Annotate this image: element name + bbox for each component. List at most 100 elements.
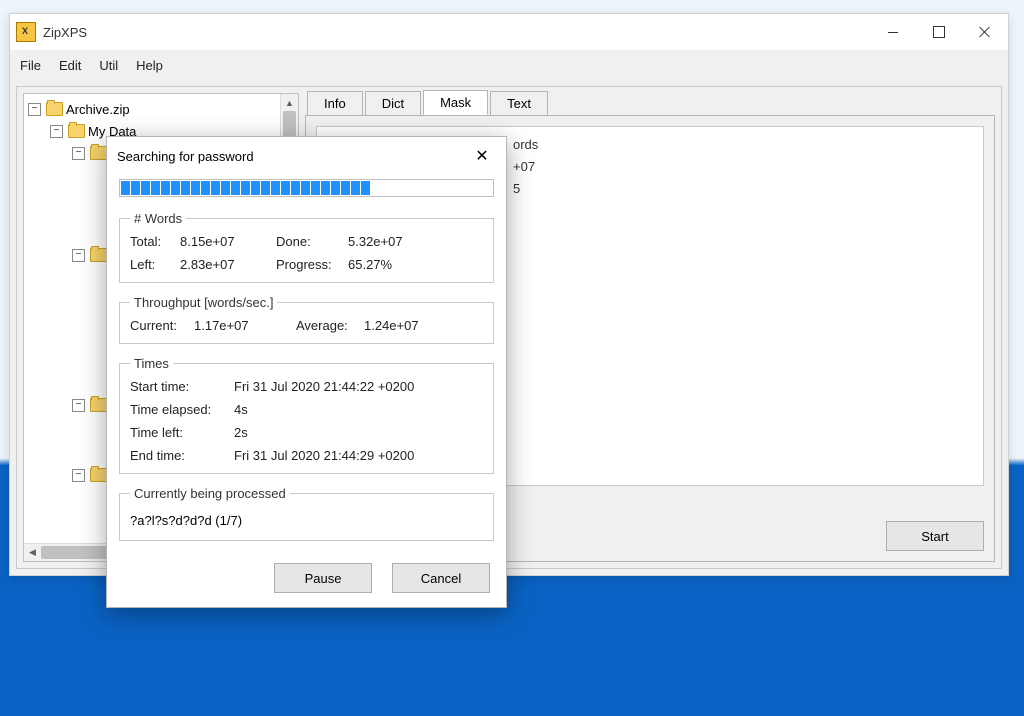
progress-block [251, 181, 260, 195]
progress-label: Progress: [276, 257, 342, 272]
dialog-close-button[interactable]: ✕ [468, 146, 496, 166]
throughput-group: Throughput [words/sec.] Current: 1.17e+0… [119, 295, 494, 344]
progress-block [211, 181, 220, 195]
expander-minus-icon[interactable]: − [72, 147, 85, 160]
progress-block [311, 181, 320, 195]
folder-icon [90, 468, 107, 482]
progress-block [181, 181, 190, 195]
progress-block [121, 181, 130, 195]
close-icon [979, 26, 991, 38]
progress-value: 65.27% [348, 257, 483, 272]
minimize-button[interactable] [870, 17, 916, 47]
folder-icon [46, 102, 63, 116]
progress-block [271, 181, 280, 195]
progress-bar [119, 179, 494, 197]
app-title: ZipXPS [43, 25, 87, 40]
titlebar: ZipXPS [10, 14, 1008, 50]
menu-help[interactable]: Help [136, 58, 163, 73]
expander-minus-icon[interactable]: − [72, 399, 85, 412]
progress-block [331, 181, 340, 195]
progress-block [291, 181, 300, 195]
dialog-titlebar: Searching for password ✕ [107, 137, 506, 175]
progress-block [141, 181, 150, 195]
expander-minus-icon[interactable]: − [28, 103, 41, 116]
tab-dict[interactable]: Dict [365, 91, 421, 116]
progress-block [131, 181, 140, 195]
current-label: Current: [130, 318, 188, 333]
progress-block [261, 181, 270, 195]
progress-block [341, 181, 350, 195]
current-value: ?a?l?s?d?d?d (1/7) [130, 509, 483, 530]
tree-label: Archive.zip [66, 102, 130, 117]
progress-block [241, 181, 250, 195]
progress-block [231, 181, 240, 195]
expander-minus-icon[interactable]: − [50, 125, 63, 138]
elapsed-value: 4s [234, 402, 483, 417]
progress-block [321, 181, 330, 195]
current-value: 1.17e+07 [194, 318, 290, 333]
progress-block [151, 181, 160, 195]
minimize-icon [888, 32, 898, 33]
start-button[interactable]: Start [886, 521, 984, 551]
cancel-button[interactable]: Cancel [392, 563, 490, 593]
dialog-title: Searching for password [117, 149, 254, 164]
tab-mask[interactable]: Mask [423, 90, 488, 115]
times-group: Times Start time: Fri 31 Jul 2020 21:44:… [119, 356, 494, 474]
end-time-label: End time: [130, 448, 228, 463]
mask-header-trail: ords [513, 137, 538, 152]
tree-row-root[interactable]: − Archive.zip [28, 98, 280, 120]
time-left-label: Time left: [130, 425, 228, 440]
times-legend: Times [130, 356, 173, 371]
progress-block [191, 181, 200, 195]
menu-bar: File Edit Util Help [10, 50, 1008, 82]
maximize-icon [933, 26, 945, 38]
average-label: Average: [296, 318, 358, 333]
maximize-button[interactable] [916, 17, 962, 47]
tab-info[interactable]: Info [307, 91, 363, 116]
current-legend: Currently being processed [130, 486, 290, 501]
scroll-left-icon[interactable]: ◀ [24, 544, 41, 561]
progress-block [161, 181, 170, 195]
words-legend: # Words [130, 211, 186, 226]
progress-block [351, 181, 360, 195]
menu-edit[interactable]: Edit [59, 58, 81, 73]
total-value: 8.15e+07 [180, 234, 270, 249]
done-label: Done: [276, 234, 342, 249]
menu-file[interactable]: File [20, 58, 41, 73]
start-time-value: Fri 31 Jul 2020 21:44:22 +0200 [234, 379, 483, 394]
folder-icon [68, 124, 85, 138]
menu-util[interactable]: Util [99, 58, 118, 73]
expander-minus-icon[interactable]: − [72, 469, 85, 482]
close-button[interactable] [962, 17, 1008, 47]
folder-icon [90, 248, 107, 262]
time-left-value: 2s [234, 425, 483, 440]
scroll-up-icon[interactable]: ▲ [281, 94, 298, 111]
progress-block [301, 181, 310, 195]
left-label: Left: [130, 257, 174, 272]
search-dialog: Searching for password ✕ # Words Total: … [106, 136, 507, 608]
end-time-value: Fri 31 Jul 2020 21:44:29 +0200 [234, 448, 483, 463]
progress-block [171, 181, 180, 195]
left-value: 2.83e+07 [180, 257, 270, 272]
progress-block [221, 181, 230, 195]
progress-block [361, 181, 370, 195]
total-label: Total: [130, 234, 174, 249]
tab-text[interactable]: Text [490, 91, 548, 116]
progress-block [201, 181, 210, 195]
progress-block [281, 181, 290, 195]
words-group: # Words Total: 8.15e+07 Done: 5.32e+07 L… [119, 211, 494, 283]
app-icon [16, 22, 36, 42]
average-value: 1.24e+07 [364, 318, 483, 333]
elapsed-label: Time elapsed: [130, 402, 228, 417]
mask-line-1: +07 [513, 159, 535, 174]
done-value: 5.32e+07 [348, 234, 483, 249]
folder-icon [90, 146, 107, 160]
current-group: Currently being processed ?a?l?s?d?d?d (… [119, 486, 494, 541]
start-time-label: Start time: [130, 379, 228, 394]
expander-minus-icon[interactable]: − [72, 249, 85, 262]
mask-line-2: 5 [513, 181, 520, 196]
tab-bar: Info Dict Mask Text [305, 87, 995, 115]
pause-button[interactable]: Pause [274, 563, 372, 593]
throughput-legend: Throughput [words/sec.] [130, 295, 277, 310]
folder-icon [90, 398, 107, 412]
